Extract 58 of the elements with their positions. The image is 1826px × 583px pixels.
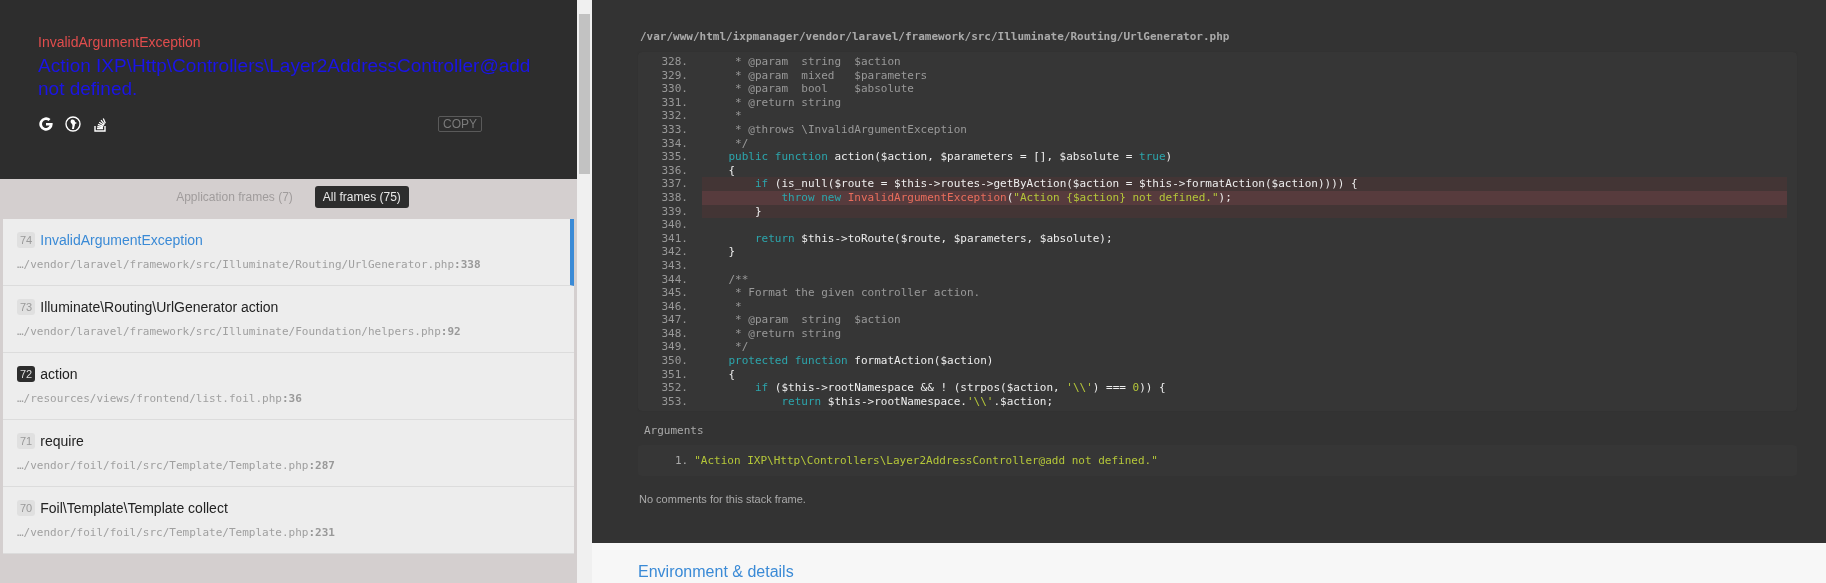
frame-number: 72 [17, 366, 36, 382]
code-line: } [753, 204, 762, 219]
stack-frame-item[interactable]: 72 action …/resources/views/frontend/list.foil.php:36 [3, 353, 574, 420]
code-line: */ [734, 136, 749, 151]
code-line: /** [727, 272, 749, 287]
frame-file-path: …/resources/views/frontend/list.foil.php:36 [17, 392, 303, 405]
frame-number: 74 [17, 232, 36, 248]
code-line: { [727, 367, 736, 382]
stack-search-icon[interactable] [92, 116, 108, 132]
code-line: * @param mixed $parameters [734, 68, 928, 83]
stack-frame-item[interactable]: 70 Foil\Template\Template collect …/vendor/foil/foil/src/Template/Template.php:231 [3, 487, 574, 554]
frames-tab[interactable]: All frames (75) [314, 186, 409, 208]
frame-file-path: …/vendor/laravel/framework/src/Illuminate/Foundation/helpers.php:92 [17, 325, 462, 338]
code-line: */ [734, 340, 749, 355]
frame-number: 71 [17, 433, 36, 449]
code-line: if (is_null($route = $this->routes->getByAction($action = $this->formatAction($action)))) { [753, 177, 1358, 191]
scrollbar-thumb[interactable] [579, 14, 590, 174]
frame-title: Foil\Template\Template collect [40, 500, 228, 516]
code-line: * [734, 109, 742, 123]
frame-number: 70 [17, 500, 36, 516]
google-search-icon[interactable] [38, 116, 54, 132]
comments-note: No comments for this stack frame. [639, 493, 807, 506]
code-line: * @param string $action [734, 313, 901, 327]
stack-frame-item[interactable]: 73 Illuminate\Routing\UrlGenerator action …/vendor/laravel/framework/src/Illuminate/Foundation/helpers.php:92 [3, 286, 574, 353]
code-line: * Format the given controller action. [734, 286, 981, 300]
frame-number: 73 [17, 299, 36, 315]
file-path: /var/www/html/ixpmanager/vendor/laravel/framework/src/Illuminate/Routing/UrlGenerator.php [640, 30, 1231, 43]
code-line: if ($this->rootNamespace && ! (strpos($action, '\\') === 0)) { [753, 381, 1166, 395]
frame-file-path: …/vendor/foil/foil/src/Template/Template.php:287 [17, 459, 336, 472]
code-line: return $this->rootNamespace.'\\'.$action; [780, 394, 1054, 409]
frame-file-path: …/vendor/foil/foil/src/Template/Template.php:231 [17, 526, 336, 539]
stack-frame-item[interactable]: 71 require …/vendor/foil/foil/src/Template/Template.php:287 [3, 420, 574, 487]
code-line: * [734, 299, 742, 314]
line-number: 337. [638, 177, 702, 191]
code-line: { [727, 163, 736, 178]
argument-value: "Action IXP\Http\Controllers\Layer2AddressController@add not defined." [694, 454, 1158, 468]
section-heading: Environment & details [638, 563, 795, 581]
frame-title: action [40, 366, 78, 382]
duck-search-icon[interactable] [65, 116, 81, 132]
code-line: * @param string $action [734, 55, 901, 69]
code-line: * @throws \InvalidArgumentException [734, 122, 967, 137]
exception-class: InvalidArgumentException [38, 34, 202, 50]
frame-title: InvalidArgumentException [40, 232, 203, 248]
code-line: protected function formatAction($action) [727, 354, 994, 368]
code-line: * @return string [734, 326, 842, 341]
arguments-heading: Arguments [644, 424, 705, 438]
frame-file-path: …/vendor/laravel/framework/src/Illuminate/Routing/UrlGenerator.php:338 [17, 258, 482, 271]
code-line: return $this->toRoute($route, $parameters, $absolute); [753, 231, 1113, 246]
argument-number: 1. [675, 454, 689, 468]
frame-title: require [40, 433, 84, 449]
frame-title: Illuminate\Routing\UrlGenerator action [40, 299, 279, 315]
scrollbar[interactable] [577, 0, 592, 583]
code-line: public function action($action, $parameters = [], $absolute = true) [727, 150, 1173, 164]
code-line: } [727, 245, 736, 259]
code-line: throw new InvalidArgumentException("Action {$action} not defined."); [780, 190, 1232, 205]
code-line: * @return string [734, 95, 842, 110]
exception-message: Action IXP\Http\Controllers\Layer2AddressController@add not defined. [38, 54, 532, 100]
code-line: * @param bool $absolute [734, 82, 914, 96]
